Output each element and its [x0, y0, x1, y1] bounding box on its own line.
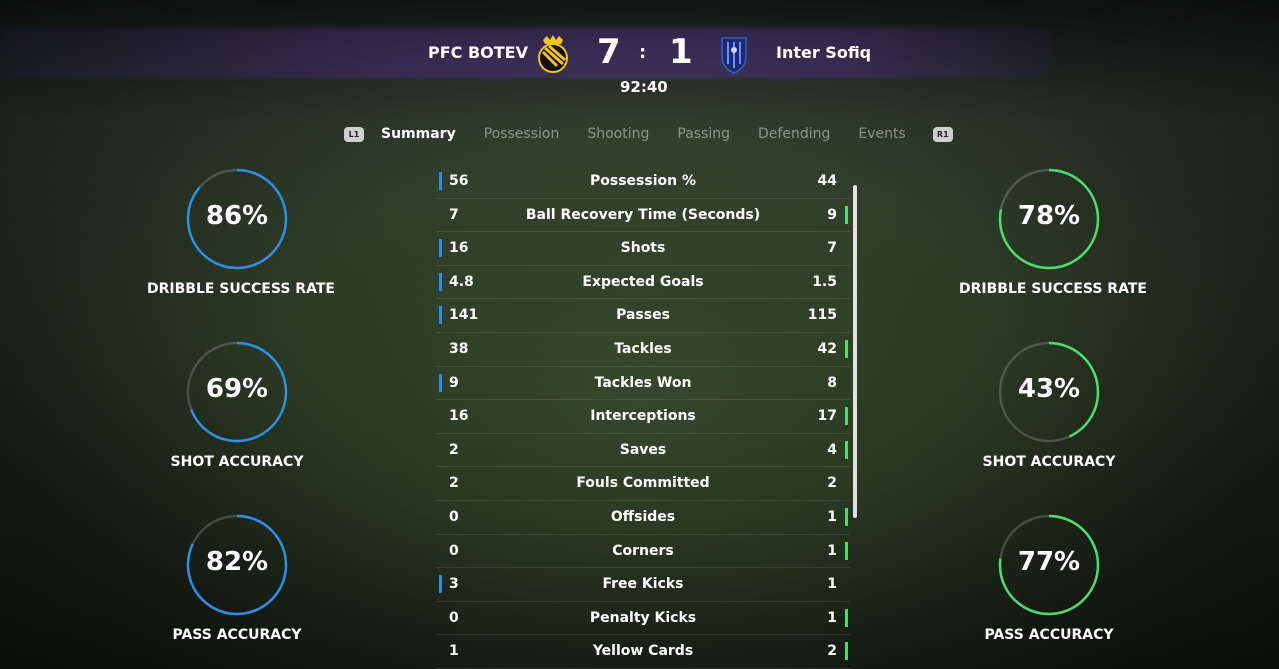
stat-row: 2 Fouls Committed 2 — [436, 467, 850, 501]
ring-value: 43% — [1017, 374, 1081, 404]
away-team-name: Inter Sofiq — [776, 43, 872, 62]
stat-away-value: 115 — [807, 307, 837, 324]
progress-ring: 77% — [997, 513, 1101, 617]
stat-away-value: 2 — [827, 475, 837, 492]
stat-row: 1 Yellow Cards 2 — [436, 635, 850, 669]
tab-passing[interactable]: Passing — [677, 126, 730, 142]
stat-label: Interceptions — [590, 408, 696, 425]
tab-shooting[interactable]: Shooting — [587, 126, 649, 142]
stat-row: 3 Free Kicks 1 — [436, 568, 850, 602]
ring-label: DRIBBLE SUCCESS RATE — [147, 281, 335, 297]
stat-away-value: 4 — [827, 441, 837, 458]
ring-value: 78% — [1017, 201, 1081, 231]
home-dribble-success-rate: 86% DRIBBLE SUCCESS RATE — [147, 167, 335, 297]
stat-away-value: 8 — [827, 374, 837, 391]
stat-row: 0 Offsides 1 — [436, 501, 850, 535]
stat-row: 7 Ball Recovery Time (Seconds) 9 — [436, 199, 850, 233]
stat-away-value: 9 — [827, 206, 837, 223]
stat-away-value: 42 — [817, 340, 837, 357]
stat-label: Free Kicks — [602, 576, 684, 593]
stat-row: 9 Tackles Won 8 — [436, 367, 850, 401]
stat-row: 4.8 Expected Goals 1.5 — [436, 266, 850, 300]
stat-row: 2 Saves 4 — [436, 434, 850, 468]
progress-ring: 43% — [997, 340, 1101, 444]
stat-label: Tackles Won — [594, 374, 692, 391]
stat-row: 141 Passes 115 — [436, 299, 850, 333]
ring-label: SHOT ACCURACY — [170, 454, 304, 470]
ring-label: PASS ACCURACY — [172, 627, 302, 643]
progress-ring: 69% — [185, 340, 289, 444]
ring-value: 77% — [1017, 547, 1081, 577]
stat-row: 56 Possession % 44 — [436, 165, 850, 199]
progress-ring: 82% — [185, 513, 289, 617]
ring-label: DRIBBLE SUCCESS RATE — [959, 281, 1147, 297]
home-score: 7 — [597, 32, 621, 72]
stat-away-value: 1.5 — [812, 273, 837, 290]
stats-scrollbar[interactable] — [853, 185, 857, 518]
away-pass-accuracy: 77% PASS ACCURACY — [959, 513, 1139, 643]
tab-summary[interactable]: Summary — [381, 126, 456, 142]
l1-button-icon[interactable]: L1 — [344, 126, 364, 142]
ring-value: 86% — [205, 201, 269, 231]
tab-possession[interactable]: Possession — [484, 126, 560, 142]
stat-away-value: 1 — [827, 609, 837, 626]
stat-label: Penalty Kicks — [589, 609, 697, 626]
away-crest-icon — [721, 37, 747, 74]
stat-label: Fouls Committed — [576, 475, 710, 492]
away-score: 1 — [669, 32, 693, 72]
stat-label: Possession % — [590, 173, 696, 189]
tab-defending[interactable]: Defending — [758, 126, 830, 142]
stat-away-value: 1 — [827, 542, 837, 559]
stat-label: Ball Recovery Time (Seconds) — [525, 206, 761, 223]
stat-away-value: 1 — [827, 576, 837, 593]
stat-label: Corners — [612, 542, 674, 559]
home-pass-accuracy: 82% PASS ACCURACY — [147, 513, 327, 643]
stat-row: 16 Shots 7 — [436, 232, 850, 266]
stat-away-value: 2 — [827, 643, 837, 660]
ring-value: 69% — [205, 374, 269, 404]
r1-button-icon[interactable]: R1 — [932, 126, 953, 142]
stats-table: 56 Possession % 44 7 Ball Recovery Time (Sec… — [436, 165, 850, 669]
stat-row: 38 Tackles 42 — [436, 333, 850, 367]
stat-label: Saves — [619, 441, 667, 458]
stat-label: Expected Goals — [582, 273, 704, 290]
ring-label: PASS ACCURACY — [984, 627, 1114, 643]
match-clock: 92:40 — [620, 78, 668, 96]
ring-label: SHOT ACCURACY — [982, 454, 1116, 470]
home-crest-icon — [538, 35, 568, 73]
progress-ring: 78% — [997, 167, 1101, 271]
stat-away-value: 1 — [827, 508, 837, 525]
stat-row: 0 Corners 1 — [436, 535, 850, 569]
stat-away-value: 17 — [817, 408, 837, 425]
stat-away-value: 7 — [827, 240, 837, 257]
score-separator: : — [639, 42, 647, 63]
stat-label: Tackles — [614, 340, 672, 357]
tab-events[interactable]: Events — [858, 126, 905, 142]
stat-away-value: 44 — [817, 173, 837, 189]
stat-label: Shots — [620, 240, 666, 257]
away-shot-accuracy: 43% SHOT ACCURACY — [959, 340, 1139, 470]
progress-ring: 86% — [185, 167, 289, 271]
stat-label: Offsides — [610, 508, 676, 525]
home-shot-accuracy: 69% SHOT ACCURACY — [147, 340, 327, 470]
stats-tabs: L1 Summary Possession Shooting Passing D… — [344, 124, 953, 144]
stat-label: Yellow Cards — [592, 643, 694, 660]
ring-value: 82% — [205, 547, 269, 577]
stat-row: 0 Penalty Kicks 1 — [436, 602, 850, 636]
stat-row: 16 Interceptions 17 — [436, 400, 850, 434]
away-dribble-success-rate: 78% DRIBBLE SUCCESS RATE — [959, 167, 1147, 297]
home-team-name: PFC BOTEV — [428, 43, 528, 62]
stat-label: Passes — [616, 307, 670, 324]
